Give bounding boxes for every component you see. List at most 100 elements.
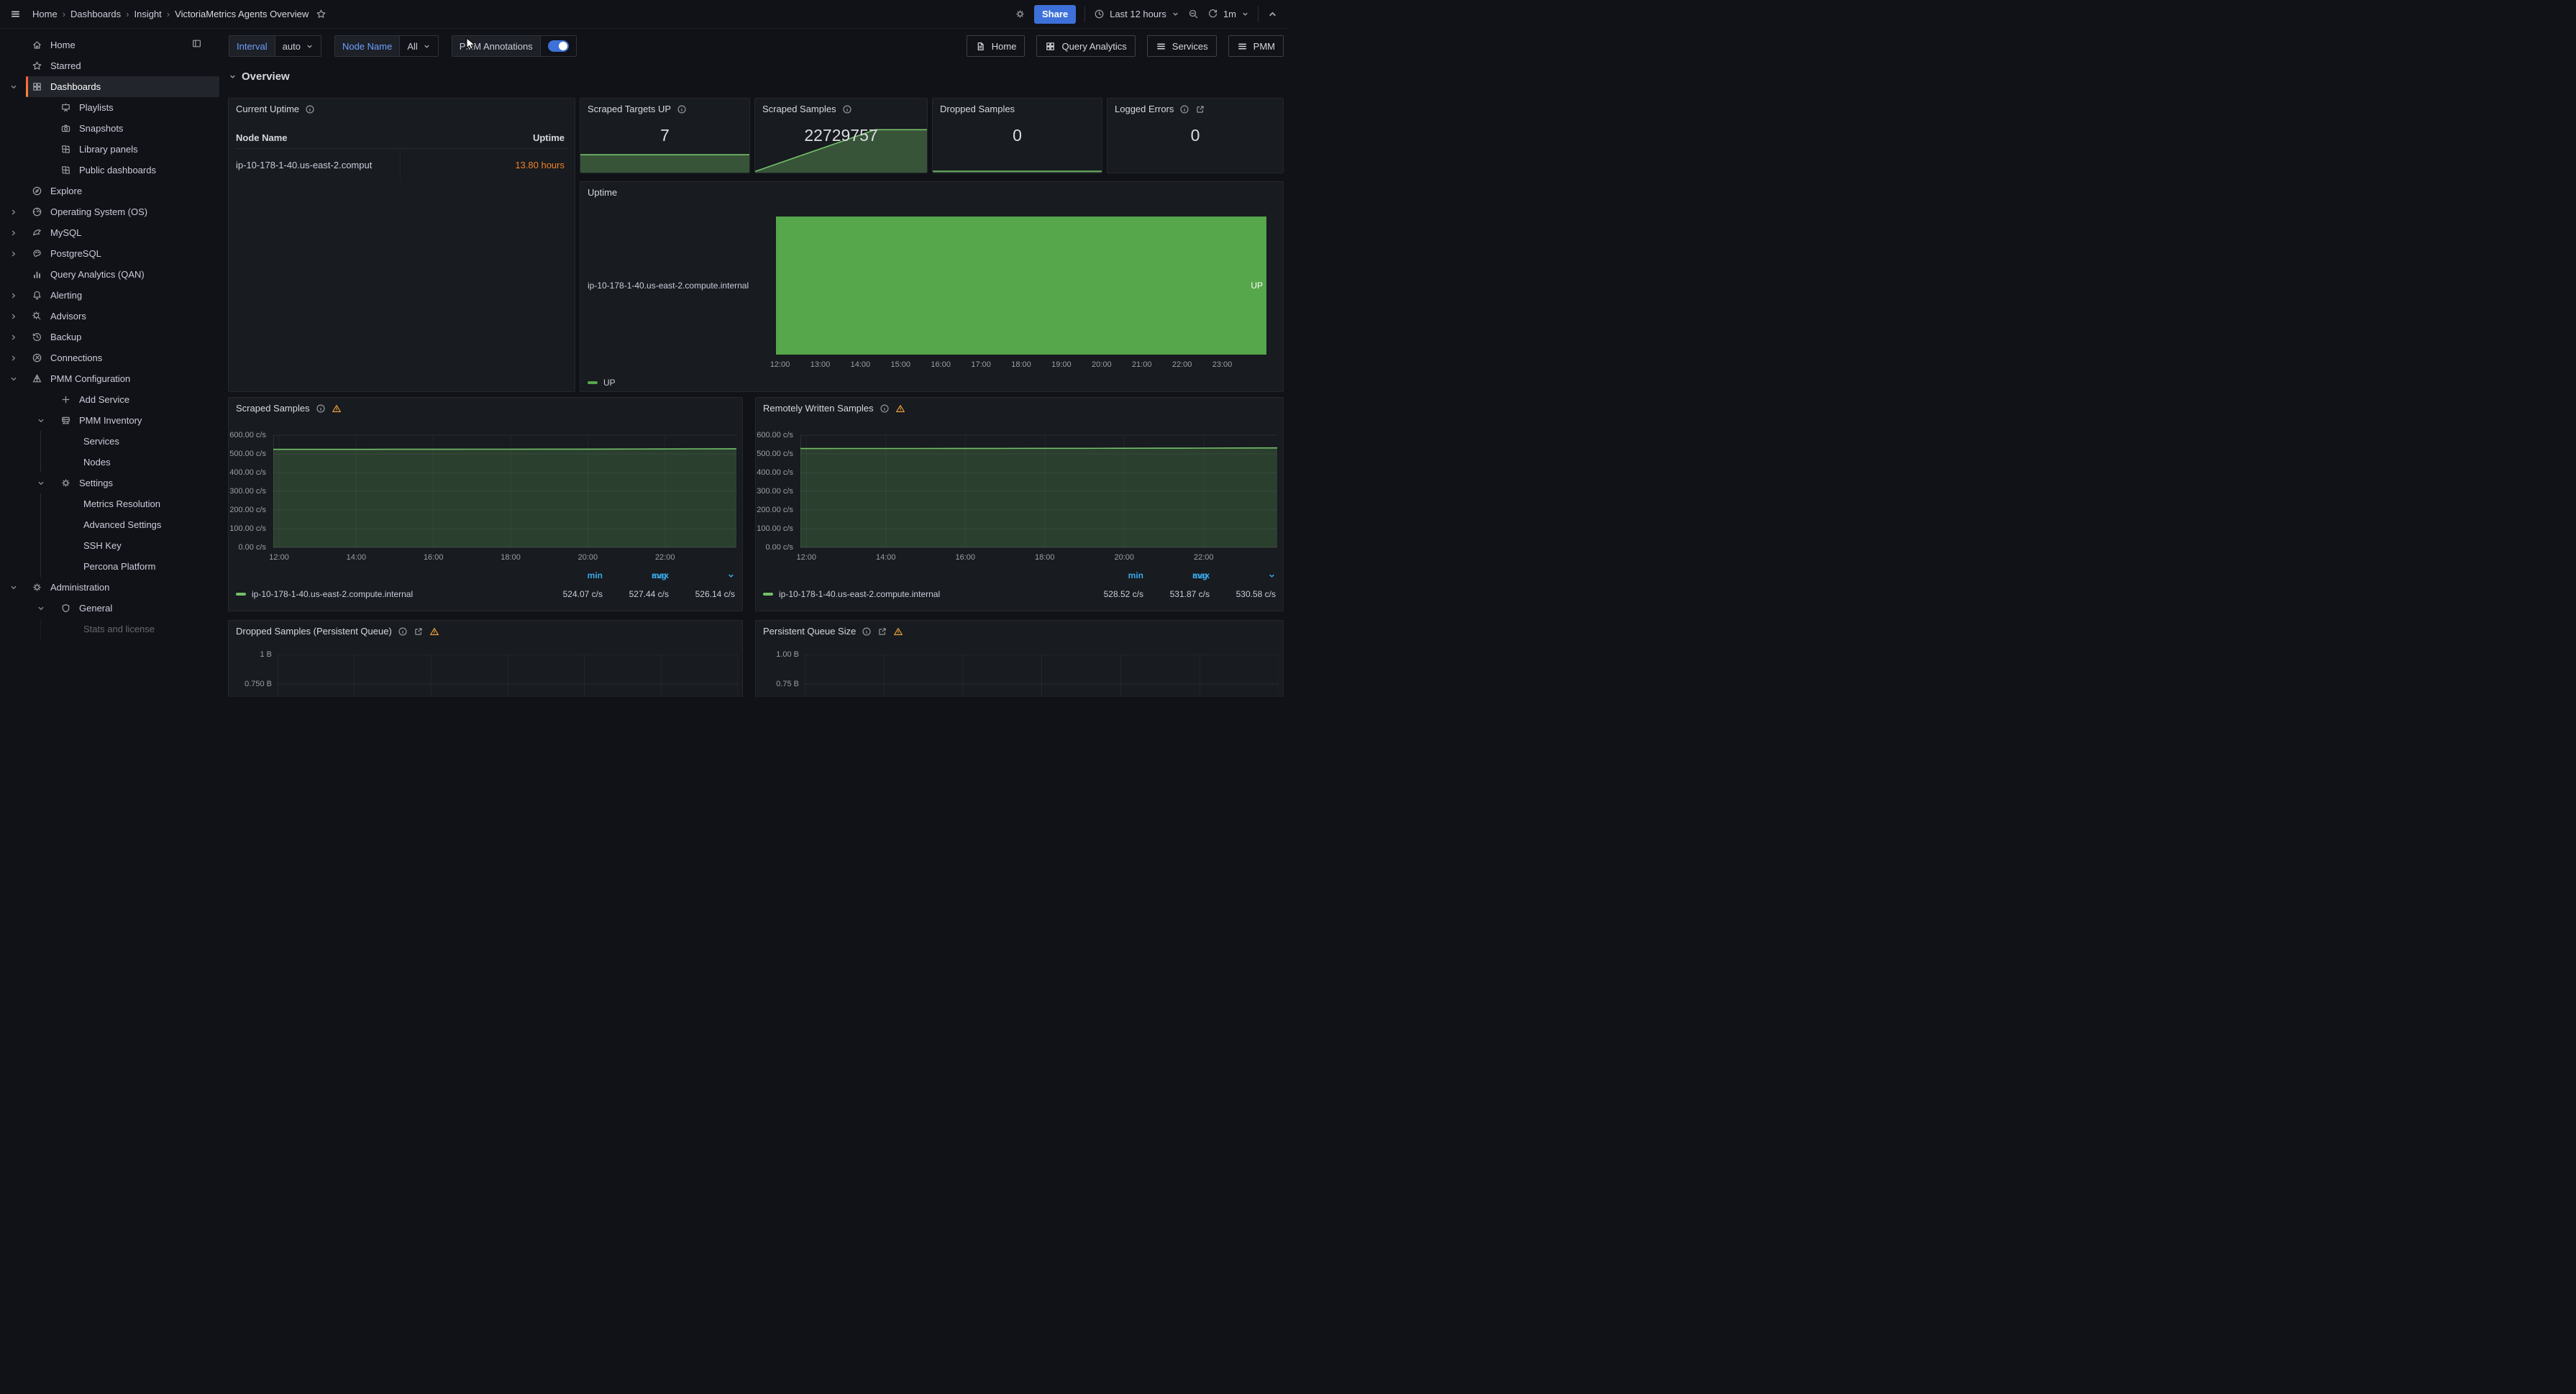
home-icon [32,40,42,50]
sidebar-item-alerting[interactable]: Alerting [0,285,227,306]
sidebar-item-settings[interactable]: Settings [0,473,227,493]
sidebar-item-starred[interactable]: Starred [0,55,227,76]
sidebar-item-public-dashboards[interactable]: Public dashboards [0,160,227,181]
sidebar-item-playlists[interactable]: Playlists [0,97,227,118]
panel-header[interactable]: Persistent Queue Size [756,621,1283,642]
hamburger-menu-icon[interactable] [10,9,21,19]
warning-icon[interactable] [429,627,439,637]
column-header-uptime[interactable]: Uptime [401,132,568,143]
y-tick-label: 500.00 c/s [756,450,793,458]
panel-header[interactable]: Dropped Samples (Persistent Queue) [229,621,742,642]
x-tick-label: 15:00 [891,360,911,369]
sidebar-item-advanced-settings[interactable]: Advanced Settings [0,514,227,535]
sidebar-item-pmm-configuration[interactable]: PMM Configuration [0,368,227,389]
sidebar-item-connections[interactable]: Connections [0,347,227,368]
variable-interval: Intervalauto [229,35,321,57]
collapse-chevron-down-icon[interactable] [9,83,19,91]
legend-sort-avg[interactable]: avg [669,570,735,580]
expand-chevron-right-icon[interactable] [9,312,19,321]
share-button[interactable]: Share [1034,5,1076,24]
info-icon[interactable] [1179,104,1189,114]
panel-header[interactable]: Remotely Written Samples [756,398,1283,419]
expand-chevron-right-icon[interactable] [9,333,19,342]
sidebar-item-nodes[interactable]: Nodes [0,452,227,473]
sidebar-item-library-panels[interactable]: Library panels [0,139,227,160]
expand-chevron-right-icon[interactable] [9,250,19,258]
collapse-chevron-down-icon[interactable] [36,604,46,613]
apps-icon [1045,41,1056,52]
sidebar-item-stats-and-license[interactable]: Stats and license [0,619,227,639]
legend-series-label[interactable]: ip-10-178-1-40.us-east-2.compute.interna… [779,589,940,599]
expand-chevron-right-icon[interactable] [9,354,19,363]
breadcrumb-item[interactable]: Home [32,9,58,19]
breadcrumb-item[interactable]: Insight [134,9,161,19]
info-icon[interactable] [862,627,872,637]
collapse-chevron-down-icon[interactable] [9,375,19,383]
warning-icon[interactable] [332,404,342,414]
warning-icon[interactable] [895,404,905,414]
external-link-icon[interactable] [414,627,424,637]
info-icon[interactable] [305,104,315,114]
library-icon [60,144,71,155]
legend-sort-min[interactable]: min [1077,570,1143,580]
sidebar-item-metrics-resolution[interactable]: Metrics Resolution [0,493,227,514]
expand-chevron-right-icon[interactable] [9,208,19,217]
dashboard-link-services[interactable]: Services [1147,35,1217,57]
sidebar-item-general[interactable]: General [0,598,227,619]
sidebar-item-ssh-key[interactable]: SSH Key [0,535,227,556]
uptime-state-bar[interactable]: UP [776,217,1266,355]
external-link-icon[interactable] [1195,104,1205,114]
panel-header[interactable]: Uptime [580,182,1283,203]
sidebar-item-administration[interactable]: Administration [0,577,227,598]
variable-value-dropdown[interactable]: All [400,35,438,57]
variable-value-dropdown[interactable]: auto [275,35,321,57]
sidebar-item-dashboards[interactable]: Dashboards [0,76,227,97]
table-row[interactable]: ip-10-178-1-40.us-east-2.comput 13.80 ho… [236,149,567,181]
sidebar-item-operating-system-os[interactable]: Operating System (OS) [0,201,227,222]
column-header-node-name[interactable]: Node Name [236,132,401,143]
time-range-picker[interactable]: Last 12 hours [1094,9,1179,19]
info-icon[interactable] [316,404,326,414]
legend-series-label[interactable]: ip-10-178-1-40.us-east-2.compute.interna… [252,589,413,599]
sidebar-item-home[interactable]: Home [0,35,227,55]
collapse-chevron-down-icon[interactable] [36,416,46,425]
expand-chevron-right-icon[interactable] [9,229,19,237]
x-tick-label: 14:00 [876,553,896,562]
sidebar-item-backup[interactable]: Backup [0,327,227,347]
legend-label[interactable]: UP [603,378,616,388]
warning-icon[interactable] [893,627,903,637]
sidebar-item-percona-platform[interactable]: Percona Platform [0,556,227,577]
legend-sort-min[interactable]: min [536,570,603,580]
external-link-icon[interactable] [877,627,887,637]
dashboard-settings-gear-icon[interactable] [1015,9,1026,19]
sidebar-item-pmm-inventory[interactable]: PMM Inventory [0,410,227,431]
row-overview-toggle[interactable]: Overview [229,70,290,83]
dashboard-link-query-analytics[interactable]: Query Analytics [1036,35,1135,57]
sidebar-item-snapshots[interactable]: Snapshots [0,118,227,139]
legend-sort-avg[interactable]: avg [1210,570,1276,580]
sidebar-item-advisors[interactable]: Advisors [0,306,227,327]
sidebar-item-mysql[interactable]: MySQL [0,222,227,243]
star-dashboard-icon[interactable] [316,9,326,19]
refresh-picker[interactable]: 1m [1207,9,1249,19]
sidebar-item-services[interactable]: Services [0,431,227,452]
sidebar-item-query-analytics-qan[interactable]: Query Analytics (QAN) [0,264,227,285]
sidebar-item-add-service[interactable]: Add Service [0,389,227,410]
dashboard-link-pmm[interactable]: PMM [1228,35,1284,57]
collapse-chevron-down-icon[interactable] [36,479,46,488]
dashboard-link-home[interactable]: Home [967,35,1026,57]
panel-header[interactable]: Current Uptime [229,99,575,119]
breadcrumb-item[interactable]: Dashboards [70,9,121,19]
info-icon[interactable] [398,627,408,637]
collapse-chevron-down-icon[interactable] [9,583,19,592]
sidebar-item-explore[interactable]: Explore [0,181,227,201]
info-icon[interactable] [880,404,890,414]
panel-header[interactable]: Scraped Samples [229,398,742,419]
sidebar-item-postgresql[interactable]: PostgreSQL [0,243,227,264]
panel-header[interactable]: Logged Errors [1107,99,1283,119]
pmm-annotations-toggle[interactable] [548,40,569,52]
zoom-out-icon[interactable] [1188,9,1199,19]
collapse-header-chevron-up-icon[interactable] [1267,9,1278,19]
expand-chevron-right-icon[interactable] [9,291,19,300]
link-label: Home [992,41,1017,52]
